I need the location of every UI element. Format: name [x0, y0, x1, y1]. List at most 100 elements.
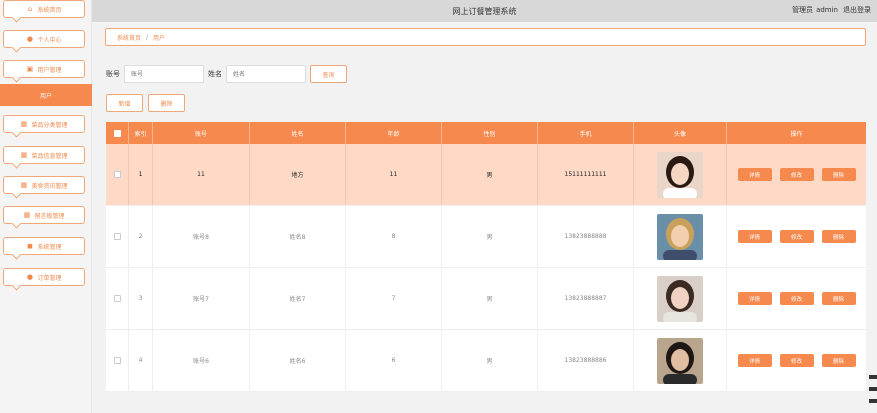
sidebar-item-dish-info[interactable]: ▦ 菜品信息管理 [3, 146, 85, 164]
cell-index: 2 [129, 206, 153, 267]
header-phone: 手机 [538, 122, 634, 144]
row-select-cell [106, 206, 129, 267]
delete-button[interactable]: 删除 [821, 292, 856, 305]
home-icon: ⌂ [27, 4, 33, 13]
cell-name: 地方 [250, 144, 346, 205]
grid-icon: ▦ [20, 150, 28, 159]
delete-button[interactable]: 删除 [821, 230, 856, 243]
edit-button[interactable]: 修改 [779, 354, 814, 367]
select-all-checkbox[interactable] [113, 129, 121, 137]
user-area: 管理员 admin 退出登录 [792, 5, 871, 15]
bulk-delete-button[interactable]: 删除 [148, 94, 185, 112]
sidebar-item-home[interactable]: ⌂ 系统首页 [3, 0, 85, 18]
cell-gender: 男 [442, 330, 538, 391]
cell-account: 账号7 [153, 268, 250, 329]
breadcrumb-home[interactable]: 系统首页 [117, 33, 141, 42]
detail-button[interactable]: 详情 [737, 230, 772, 243]
add-button[interactable]: 新增 [106, 94, 143, 112]
row-checkbox[interactable] [113, 233, 121, 240]
cell-phone: 15111111111 [538, 144, 634, 205]
cell-account: 账号6 [153, 330, 250, 391]
cell-age: 11 [346, 144, 442, 205]
sidebar-item-message-board[interactable]: ▦ 留言板管理 [3, 206, 85, 224]
cell-gender: 男 [442, 144, 538, 205]
cell-avatar [634, 206, 727, 267]
role-label: 管理员 [792, 6, 814, 14]
avatar-image [657, 275, 703, 322]
sidebar-item-users[interactable]: 用户 [0, 84, 92, 106]
cell-name: 姓名8 [250, 206, 346, 267]
sidebar-item-user-management[interactable]: ▣ 用户管理 [3, 60, 85, 78]
header-index: 索引 [129, 122, 153, 144]
cell-age: 6 [346, 330, 442, 391]
name-input[interactable] [226, 65, 306, 83]
header-avatar: 头像 [634, 122, 727, 144]
cell-account: 账号8 [153, 206, 250, 267]
edit-button[interactable]: 修改 [779, 292, 814, 305]
sidebar-item-label: 留言板管理 [34, 212, 65, 220]
table-header: 索引 账号 姓名 年龄 性别 手机 头像 操作 [106, 122, 866, 144]
app-root: ⌂ 系统首页 ● 个人中心 ▣ 用户管理 用户 ▦ 菜品分类管理 ▦ 菜品信息管… [0, 0, 877, 413]
header-name: 姓名 [250, 122, 346, 144]
avatar-image [657, 337, 703, 384]
sidebar-item-label: 系统管理 [37, 243, 62, 251]
detail-button[interactable]: 详情 [737, 292, 772, 305]
header-gender: 性别 [442, 122, 538, 144]
avatar-image [657, 151, 703, 198]
account-input[interactable] [124, 65, 204, 83]
user-table: 索引 账号 姓名 年龄 性别 手机 头像 操作 1 11 地方 11 男 151… [106, 122, 866, 392]
detail-button[interactable]: 详情 [737, 168, 772, 181]
cell-actions: 详情 修改 删除 [727, 330, 866, 391]
cell-index: 3 [129, 268, 153, 329]
cell-phone: 13823888887 [538, 268, 634, 329]
table-row[interactable]: 2 账号8 姓名8 8 男 13823888888 详情 修改 删除 [106, 206, 866, 268]
cell-avatar [634, 144, 727, 205]
cell-gender: 男 [442, 268, 538, 329]
cell-age: 7 [346, 268, 442, 329]
table-row[interactable]: 4 账号6 姓名6 6 男 13823888886 详情 修改 删除 [106, 330, 866, 392]
cell-account: 11 [153, 144, 250, 205]
sidebar-item-label: 美食资讯管理 [31, 182, 68, 190]
sidebar-item-label: 个人中心 [37, 36, 62, 44]
delete-button[interactable]: 删除 [821, 354, 856, 367]
breadcrumb-separator: / [146, 33, 149, 41]
cell-actions: 详情 修改 删除 [727, 268, 866, 329]
row-select-cell [106, 330, 129, 391]
logout-link[interactable]: 退出登录 [843, 6, 871, 14]
sidebar-item-label: 用户 [39, 92, 52, 100]
cell-actions: 详情 修改 删除 [727, 144, 866, 205]
row-checkbox[interactable] [113, 357, 121, 364]
cell-age: 8 [346, 206, 442, 267]
cell-name: 姓名7 [250, 268, 346, 329]
detail-button[interactable]: 详情 [737, 354, 772, 367]
cell-actions: 详情 修改 删除 [727, 206, 866, 267]
breadcrumb-current: 用户 [153, 34, 166, 42]
sidebar-item-system[interactable]: ◼ 系统管理 [3, 237, 85, 255]
table-row[interactable]: 1 11 地方 11 男 15111111111 详情 修改 删除 [106, 144, 866, 206]
row-checkbox[interactable] [113, 295, 121, 302]
edit-button[interactable]: 修改 [779, 230, 814, 243]
sidebar-item-dish-category[interactable]: ▦ 菜品分类管理 [3, 115, 85, 133]
sidebar-item-label: 菜品分类管理 [31, 121, 68, 129]
delete-button[interactable]: 删除 [821, 168, 856, 181]
grid-icon: ▦ [20, 119, 28, 128]
sidebar-item-food-news[interactable]: ▦ 美食资讯管理 [3, 176, 85, 194]
app-title: 网上订餐管理系统 [452, 6, 517, 16]
query-button[interactable]: 查询 [310, 65, 347, 83]
sidebar-item-orders[interactable]: ● 订单管理 [3, 268, 85, 286]
cell-avatar [634, 268, 727, 329]
grid-icon: ▦ [20, 180, 28, 189]
edit-button[interactable]: 修改 [779, 168, 814, 181]
cell-phone: 13823888886 [538, 330, 634, 391]
select-all-cell [106, 122, 129, 144]
table-row[interactable]: 3 账号7 姓名7 7 男 13823888887 详情 修改 删除 [106, 268, 866, 330]
person-icon: ● [26, 34, 34, 43]
avatar-image [657, 213, 703, 260]
row-checkbox[interactable] [113, 171, 121, 178]
row-select-cell [106, 144, 129, 205]
account-label: 账号 [106, 70, 120, 78]
sidebar-item-profile[interactable]: ● 个人中心 [3, 30, 85, 48]
action-bar: 新增 删除 [106, 94, 185, 112]
cell-avatar [634, 330, 727, 391]
cell-phone: 13823888888 [538, 206, 634, 267]
